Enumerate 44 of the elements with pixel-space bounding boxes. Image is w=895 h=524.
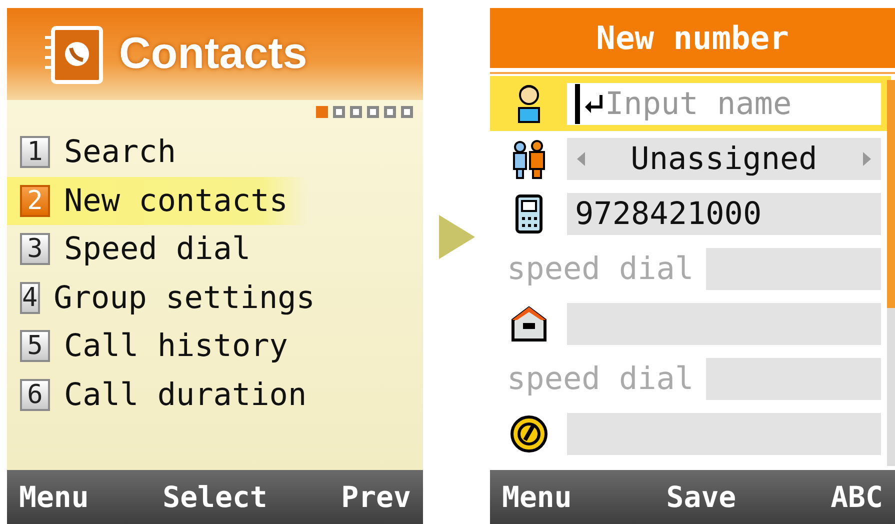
softkey-button[interactable]: ABC	[830, 476, 883, 518]
number-key: 3	[20, 233, 50, 266]
app-title: Contacts	[119, 29, 308, 79]
number-key: 1	[20, 136, 50, 168]
house-icon	[508, 304, 548, 344]
menu-item[interactable]: 3 Speed dial	[7, 225, 307, 274]
menu-label: Call duration	[64, 376, 307, 413]
speed-dial-label: speed dial	[506, 360, 695, 396]
name-placeholder: Input name	[605, 86, 792, 122]
phone-icon	[514, 194, 544, 234]
return-icon	[583, 92, 605, 114]
softkey-button[interactable]: Menu	[502, 476, 572, 518]
menu-label: Speed dial	[64, 231, 251, 268]
email-field[interactable]	[567, 412, 881, 454]
softkey-button[interactable]: Save	[666, 476, 736, 518]
menu-label: Search	[64, 134, 176, 170]
softkey-button[interactable]: Menu	[19, 476, 89, 518]
mobile-field[interactable]: 9728421000	[567, 192, 881, 234]
speed-dial-field[interactable]	[706, 248, 881, 290]
number-key: 2	[20, 184, 50, 217]
group-value: Unassigned	[630, 140, 818, 176]
menu-item[interactable]: 2 New contacts	[7, 176, 307, 225]
home-field[interactable]	[567, 302, 881, 344]
text-cursor	[575, 84, 580, 124]
scroll-thumb[interactable]	[887, 80, 895, 308]
menu-label: Call history	[64, 328, 288, 364]
menu-label: New contacts	[64, 182, 288, 219]
menu-item[interactable]: 5 Call history	[7, 322, 307, 370]
field-value: 9728421000	[575, 196, 762, 232]
speed-dial-field[interactable]	[706, 358, 881, 400]
menu-label: Group settings	[54, 280, 315, 316]
menu-item[interactable]: 6 Call duration	[7, 370, 307, 419]
right-arrow-icon	[862, 152, 871, 166]
speed-dial-label: speed dial	[506, 250, 695, 286]
person-icon	[516, 84, 542, 124]
softkey-button[interactable]: Prev	[341, 476, 411, 518]
group-selector[interactable]: Unassigned	[567, 138, 881, 180]
softkey-button[interactable]: Select	[162, 476, 268, 518]
number-key: 5	[20, 330, 50, 362]
number-key: 6	[20, 378, 50, 411]
left-arrow-icon	[577, 152, 585, 166]
number-key: 4	[20, 282, 40, 314]
menu-item[interactable]: 1 Search	[7, 128, 307, 176]
right-arrow-icon	[436, 213, 476, 261]
